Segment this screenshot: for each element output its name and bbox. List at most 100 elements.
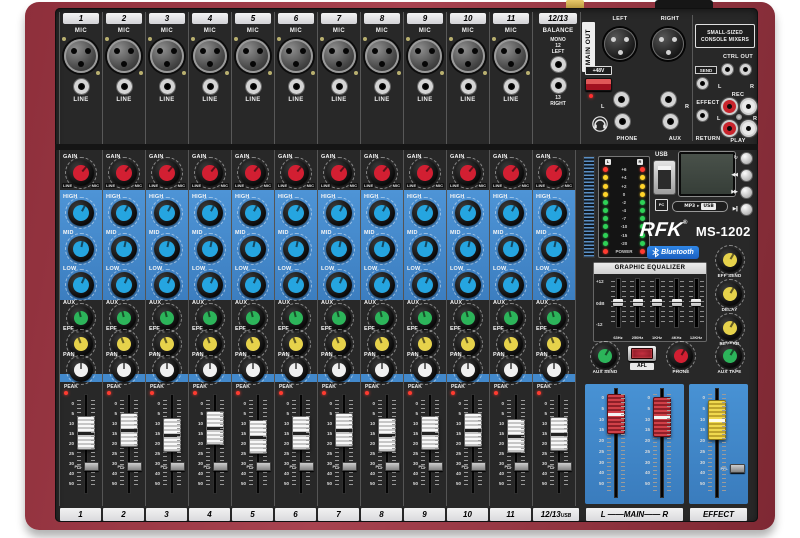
slider-cap[interactable]: [691, 299, 701, 306]
low-knob[interactable]: [498, 272, 524, 298]
pfl-button[interactable]: [385, 462, 400, 471]
main-left-fader-cap[interactable]: [607, 394, 625, 434]
eq-band-slider[interactable]: 12KHz: [687, 278, 705, 340]
high-knob[interactable]: [369, 200, 395, 226]
pfl-button[interactable]: [514, 462, 529, 471]
mid-knob[interactable]: [326, 236, 352, 262]
pan-knob[interactable]: [241, 358, 265, 382]
reverb-knob[interactable]: [718, 316, 742, 340]
aux-send-knob[interactable]: [593, 344, 617, 368]
mid-knob[interactable]: [68, 236, 94, 262]
aux-tape-knob[interactable]: [718, 344, 742, 368]
fader-scale-mark: 0: [593, 396, 604, 400]
right-label: RIGHT: [536, 101, 580, 107]
high-knob[interactable]: [455, 200, 481, 226]
channel-fader-cap[interactable]: [421, 416, 439, 450]
high-knob[interactable]: [68, 200, 94, 226]
pan-knob[interactable]: [69, 358, 93, 382]
low-knob[interactable]: [369, 272, 395, 298]
mid-knob[interactable]: [455, 236, 481, 262]
channel-fader-cap[interactable]: [507, 419, 525, 453]
low-knob[interactable]: [240, 272, 266, 298]
pfl-button[interactable]: [471, 462, 486, 471]
mid-knob[interactable]: [154, 236, 180, 262]
channel-fader-cap[interactable]: [335, 413, 353, 447]
meter-header: LR: [600, 159, 648, 165]
phantom-power-switch[interactable]: [585, 78, 612, 91]
low-knob[interactable]: [541, 272, 567, 298]
pfl-button[interactable]: [557, 462, 572, 471]
high-knob[interactable]: [541, 200, 567, 226]
effect-fader-cap[interactable]: [708, 400, 726, 440]
afl-button[interactable]: [628, 346, 656, 361]
mid-knob[interactable]: [369, 236, 395, 262]
mid-knob[interactable]: [541, 236, 567, 262]
channel-fader-cap[interactable]: [464, 413, 482, 447]
mid-knob[interactable]: [283, 236, 309, 262]
pan-knob[interactable]: [112, 358, 136, 382]
channel-fader-cap[interactable]: [120, 413, 138, 447]
channel-fader-cap[interactable]: [163, 418, 181, 452]
low-knob[interactable]: [455, 272, 481, 298]
low-knob[interactable]: [111, 272, 137, 298]
mid-knob[interactable]: [111, 236, 137, 262]
mid-knob[interactable]: [197, 236, 223, 262]
pfl-button[interactable]: [84, 462, 99, 471]
low-knob[interactable]: [283, 272, 309, 298]
high-knob[interactable]: [498, 200, 524, 226]
pan-knob[interactable]: [198, 358, 222, 382]
pfl-button[interactable]: [299, 462, 314, 471]
high-knob[interactable]: [412, 200, 438, 226]
pfl-button[interactable]: [256, 462, 271, 471]
pfl-button[interactable]: [170, 462, 185, 471]
low-knob[interactable]: [326, 272, 352, 298]
pan-knob[interactable]: [542, 358, 566, 382]
high-knob[interactable]: [154, 200, 180, 226]
eq-band-slider[interactable]: 250Hz: [629, 278, 647, 340]
knob-cap: [504, 363, 518, 377]
pfl-button[interactable]: [342, 462, 357, 471]
pan-knob[interactable]: [456, 358, 480, 382]
pan-knob[interactable]: [370, 358, 394, 382]
channel-fader-cap[interactable]: [77, 416, 95, 450]
pan-knob[interactable]: [155, 358, 179, 382]
eq-band-slider[interactable]: 63Hz: [609, 278, 627, 340]
pan-knob[interactable]: [327, 358, 351, 382]
mid-knob[interactable]: [498, 236, 524, 262]
eq-band-slider[interactable]: 4KHz: [668, 278, 686, 340]
high-knob[interactable]: [326, 200, 352, 226]
phone-knob[interactable]: [669, 344, 693, 368]
low-knob[interactable]: [412, 272, 438, 298]
high-knob[interactable]: [283, 200, 309, 226]
knob-cap: [285, 274, 306, 295]
mid-knob[interactable]: [412, 236, 438, 262]
eff-send-knob[interactable]: [718, 248, 742, 272]
pfl-button[interactable]: [127, 462, 142, 471]
slider-cap[interactable]: [652, 299, 662, 306]
high-knob[interactable]: [240, 200, 266, 226]
pan-knob[interactable]: [499, 358, 523, 382]
mid-knob[interactable]: [240, 236, 266, 262]
channel-fader-cap[interactable]: [378, 418, 396, 452]
slider-cap[interactable]: [613, 299, 623, 306]
high-knob[interactable]: [111, 200, 137, 226]
slider-cap[interactable]: [633, 299, 643, 306]
high-knob[interactable]: [197, 200, 223, 226]
channel-fader-cap[interactable]: [292, 416, 310, 450]
low-knob[interactable]: [68, 272, 94, 298]
pfl-button[interactable]: [428, 462, 443, 471]
effect-pfl-button[interactable]: [730, 464, 745, 473]
pan-knob[interactable]: [413, 358, 437, 382]
eq-band-slider[interactable]: 1KHz: [648, 278, 666, 340]
slider-cap[interactable]: [672, 299, 682, 306]
channel-fader-cap[interactable]: [206, 411, 224, 445]
pfl-button[interactable]: [213, 462, 228, 471]
channel-fader-cap[interactable]: [249, 420, 267, 454]
main-right-fader-cap[interactable]: [653, 397, 671, 437]
low-knob[interactable]: [154, 272, 180, 298]
pan-knob[interactable]: [284, 358, 308, 382]
channel-fader-cap[interactable]: [550, 417, 568, 451]
low-knob[interactable]: [197, 272, 223, 298]
delay-knob[interactable]: [718, 282, 742, 306]
fader-scale-mark: 5: [192, 412, 203, 416]
